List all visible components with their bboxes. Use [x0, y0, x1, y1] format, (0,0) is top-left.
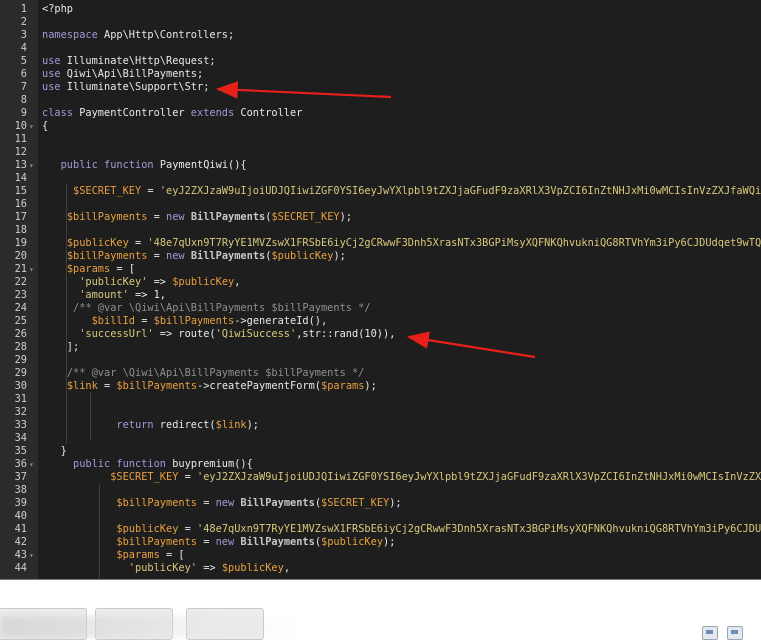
document-icon[interactable]	[727, 626, 743, 640]
footer-bar	[0, 580, 761, 640]
red-arrow-annotation	[215, 81, 392, 99]
blurred-region	[0, 616, 300, 638]
red-arrow-annotation	[406, 331, 536, 359]
annotation-arrows	[215, 81, 536, 359]
document-icon[interactable]	[702, 626, 718, 640]
code-editor[interactable]: 1 <?php 2 3 namespace App\Http\Controllers; 4…	[0, 0, 761, 580]
